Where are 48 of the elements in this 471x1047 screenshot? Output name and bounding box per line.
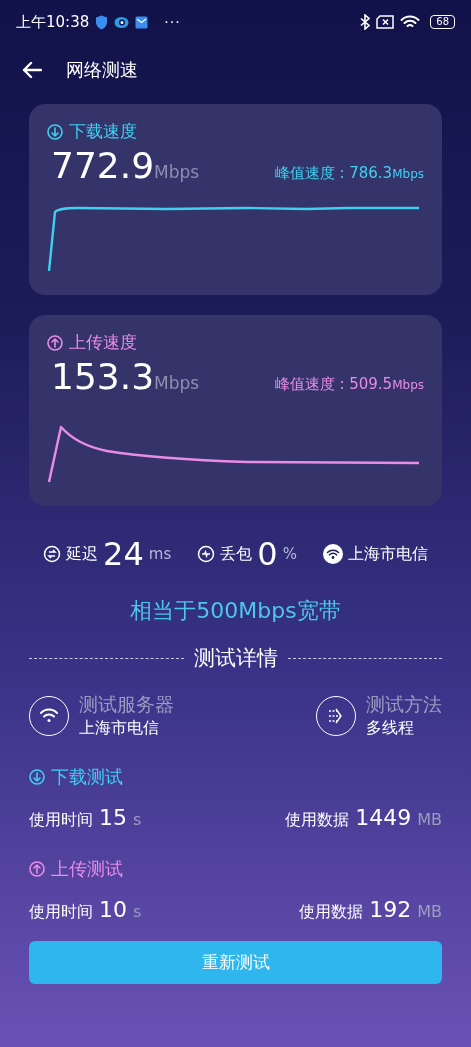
info-value: 上海市电信 bbox=[79, 718, 160, 739]
stat-unit: % bbox=[282, 545, 297, 563]
card-title: 下载速度 bbox=[69, 120, 137, 143]
stat-unit: ms bbox=[148, 545, 172, 563]
wifi-signal-icon bbox=[400, 14, 421, 30]
back-arrow-icon[interactable] bbox=[22, 61, 42, 79]
info-value: 多线程 bbox=[366, 718, 415, 739]
peak-speed: 峰值速度 : 786.3Mbps bbox=[274, 164, 424, 183]
card-title: 上传速度 bbox=[69, 331, 137, 354]
equivalent-bandwidth: 相当于500Mbps宽带 bbox=[129, 597, 342, 625]
data-unit: MB bbox=[417, 810, 442, 829]
wifi-icon bbox=[322, 544, 343, 564]
page-title: 网络测速 bbox=[66, 58, 138, 82]
speed-value: 772.9Mbps bbox=[51, 145, 200, 186]
data-value: 192 bbox=[369, 897, 412, 922]
battery-level: 68 bbox=[430, 15, 455, 29]
time-label: 使用时间 bbox=[29, 902, 93, 923]
time-value: 10 bbox=[99, 897, 127, 922]
stat-value: 0 bbox=[257, 535, 278, 573]
peak-speed: 峰值速度 : 509.5Mbps bbox=[274, 375, 424, 394]
bluetooth-icon bbox=[360, 14, 371, 30]
test-title: 下载测试 bbox=[51, 765, 123, 789]
mail-icon bbox=[135, 15, 149, 29]
info-label: 测试方法 bbox=[366, 692, 442, 717]
stat-label: 丢包 bbox=[220, 543, 253, 565]
test-title: 上传测试 bbox=[51, 857, 123, 881]
data-label: 使用数据 bbox=[285, 810, 350, 831]
sim-card-icon bbox=[376, 15, 395, 29]
shield-icon bbox=[95, 14, 109, 30]
stat-label: 延迟 bbox=[66, 543, 99, 565]
info-label: 测试服务器 bbox=[79, 692, 174, 717]
retest-button[interactable]: 重新测试 bbox=[29, 941, 442, 984]
stat-label: 上海市电信 bbox=[347, 543, 428, 565]
data-value: 1449 bbox=[355, 805, 412, 830]
stat-value: 24 bbox=[103, 535, 144, 573]
time-label: 使用时间 bbox=[29, 810, 93, 831]
time-unit: s bbox=[133, 902, 142, 921]
status-time: 上午10:38 bbox=[16, 12, 90, 32]
app-icon bbox=[114, 15, 130, 29]
latency-icon bbox=[43, 545, 62, 563]
more-notifications: ··· bbox=[164, 14, 181, 30]
section-title: 测试详情 bbox=[193, 645, 278, 672]
time-value: 15 bbox=[99, 805, 127, 830]
time-unit: s bbox=[133, 810, 142, 829]
speed-value: 153.3Mbps bbox=[51, 356, 200, 397]
data-unit: MB bbox=[417, 902, 442, 921]
data-label: 使用数据 bbox=[299, 902, 364, 923]
packet-loss-icon bbox=[197, 545, 216, 563]
